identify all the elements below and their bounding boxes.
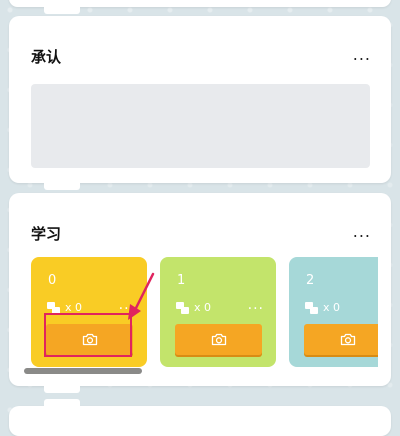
card-tab [44,4,80,14]
camera-button[interactable] [175,324,262,355]
empty-content-area [31,84,370,168]
card-tab [44,180,80,190]
stack-icon [305,301,319,314]
camera-icon [211,333,226,346]
tile-item[interactable]: 1 x 0 ... [160,257,276,367]
tile-number: 0 [48,273,57,288]
section-card-second: 学习 ... 0 x 0 ... 1 x 0 ... 2 x 0 [9,193,391,393]
highlight-box [44,313,132,357]
tile-number: 1 [177,273,186,288]
tile-count-label: x 0 [323,301,341,314]
tile-item[interactable]: 2 x 0 ... [289,257,378,367]
tile-more-button[interactable]: ... [377,297,378,313]
horizontal-scrollbar[interactable] [24,368,142,374]
section-title: 承认 [31,48,62,66]
stack-icon [176,301,190,314]
pointer-arrow [128,272,155,320]
camera-button[interactable] [304,324,378,355]
tile-count: x 0 [176,301,211,314]
tile-carousel[interactable]: 0 x 0 ... 1 x 0 ... 2 x 0 [31,257,378,367]
section-card-first: 承认 ... [9,16,391,190]
more-options-button[interactable]: ... [353,45,371,64]
previous-card [9,0,391,14]
tile-count: x 0 [305,301,340,314]
next-card [9,399,391,436]
stack-icon [47,301,61,314]
camera-icon [340,333,355,346]
tile-count-label: x 0 [194,301,212,314]
more-options-button[interactable]: ... [353,222,371,241]
section-title: 学习 [31,225,62,243]
card-tab [44,399,80,409]
tile-more-button[interactable]: ... [248,297,264,313]
card-tab [44,383,80,393]
tile-number: 2 [306,273,315,288]
